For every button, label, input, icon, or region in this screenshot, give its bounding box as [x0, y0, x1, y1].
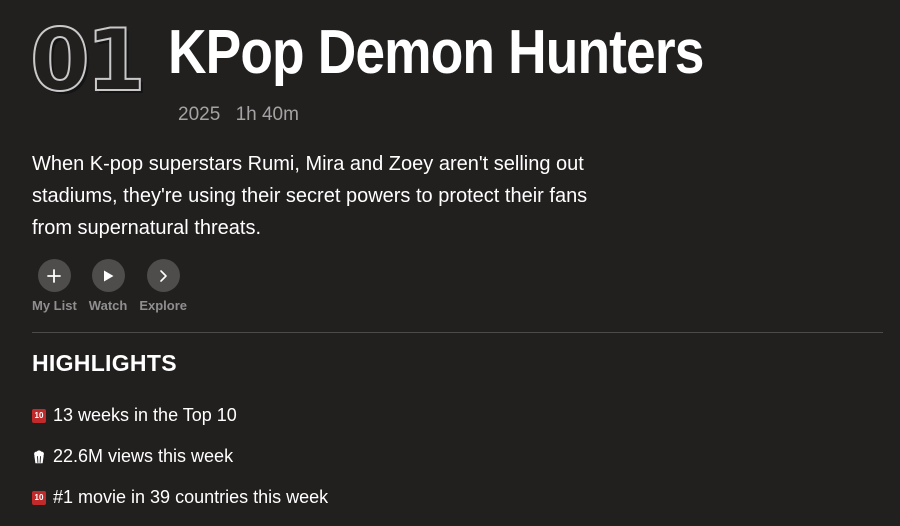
- my-list-button[interactable]: My List: [32, 259, 77, 313]
- action-bar: My List Watch Explore: [32, 259, 199, 313]
- runtime: 1h 40m: [235, 104, 299, 125]
- top10-icon: 10: [32, 490, 46, 505]
- synopsis: When K-pop superstars Rumi, Mira and Zoe…: [32, 153, 588, 239]
- highlight-text: #1 movie in 39 countries this week: [53, 487, 329, 507]
- chevron-right-icon: [160, 269, 167, 282]
- title-meta: 2025 1h 40m: [178, 104, 299, 126]
- highlight-item: 10 13 weeks in the Top 10: [32, 405, 237, 426]
- highlights-heading: HIGHLIGHTS: [32, 350, 177, 376]
- highlight-text: 13 weeks in the Top 10: [53, 405, 237, 425]
- explore-button[interactable]: Explore: [139, 259, 187, 313]
- highlight-text: 22.6M views this week: [53, 446, 234, 466]
- action-circle-my-list[interactable]: [37, 259, 71, 292]
- highlight-item: 22.6M views this week: [32, 446, 233, 467]
- rank-number: 01: [29, 11, 147, 111]
- watch-label: Watch: [88, 298, 128, 313]
- watch-button[interactable]: Watch: [88, 259, 128, 313]
- action-circle-watch[interactable]: [91, 259, 125, 292]
- top10-icon: 10: [32, 408, 46, 423]
- title-heading: KPop Demon Hunters: [168, 18, 704, 87]
- release-year: 2025: [178, 104, 221, 125]
- action-circle-explore[interactable]: [146, 259, 180, 292]
- highlight-item: 10 #1 movie in 39 countries this week: [32, 487, 328, 508]
- play-icon: [104, 270, 114, 281]
- plus-icon: [47, 268, 62, 283]
- popcorn-icon: [32, 449, 46, 464]
- my-list-label: My List: [32, 298, 77, 313]
- explore-label: Explore: [139, 298, 188, 313]
- section-divider: [32, 332, 883, 333]
